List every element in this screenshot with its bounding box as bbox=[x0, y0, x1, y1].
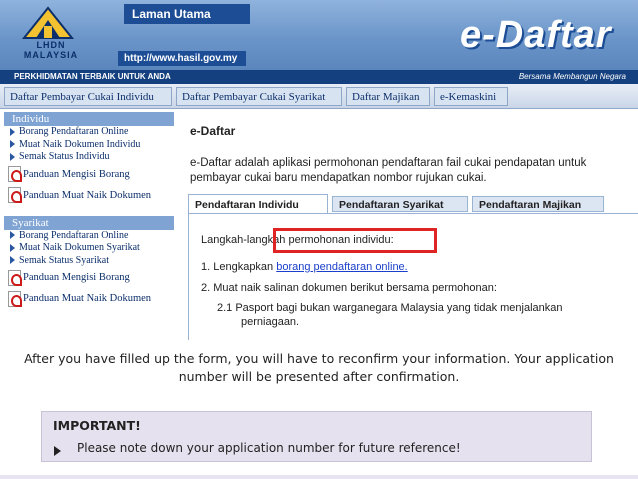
note-text: Please note down your application number… bbox=[77, 441, 461, 455]
page-title: e-Daftar bbox=[190, 124, 236, 138]
step-2-1: 2.1 Pasport bagi bukan warganegara Malay… bbox=[217, 302, 563, 314]
sidebar-item-label: Borang Pendaftaran Online bbox=[19, 229, 129, 241]
site-banner: LHDN MALAYSIA Laman Utama http://www.has… bbox=[0, 0, 638, 70]
important-note: IMPORTANT! Please note down your applica… bbox=[41, 411, 592, 462]
tab-panel: Langkah-langkah permohonan individu: 1. … bbox=[188, 213, 638, 340]
tagline-left: PERKHIDMATAN TERBAIK UNTUK ANDA bbox=[14, 72, 171, 81]
tab-pendaftaran-majikan[interactable]: Pendaftaran Majikan bbox=[472, 196, 604, 212]
step-2: 2. Muat naik salinan dokumen berikut ber… bbox=[201, 282, 497, 294]
sidebar-guide-muat-naik-individu[interactable]: Panduan Muat Naik Dokumen bbox=[4, 185, 174, 206]
arrow-right-icon bbox=[10, 243, 15, 252]
note-title: IMPORTANT! bbox=[53, 418, 141, 433]
menu-item-kemaskini[interactable]: e-Kemaskini bbox=[434, 87, 508, 106]
pdf-icon bbox=[8, 269, 22, 286]
sidebar-item-label: Semak Status Syarikat bbox=[19, 254, 109, 266]
tagline-bar: PERKHIDMATAN TERBAIK UNTUK ANDA Bersama … bbox=[0, 70, 638, 84]
sidebar-heading-individu: Individu bbox=[4, 112, 174, 126]
tab-pendaftaran-syarikat[interactable]: Pendaftaran Syarikat bbox=[332, 196, 468, 212]
registration-tabs: Pendaftaran Individu Pendaftaran Syarika… bbox=[188, 192, 638, 214]
menu-item-majikan[interactable]: Daftar Majikan bbox=[346, 87, 430, 106]
pdf-icon bbox=[8, 187, 22, 204]
borang-pendaftaran-link[interactable]: borang pendaftaran online. bbox=[276, 261, 408, 273]
sidebar-item-label: Muat Naik Dokumen Syarikat bbox=[19, 242, 140, 253]
highlight-box bbox=[273, 228, 437, 253]
pdf-icon bbox=[8, 166, 22, 183]
sidebar-item-borang-syarikat[interactable]: Borang Pendaftaran Online bbox=[4, 230, 174, 243]
sidebar: Individu Borang Pendaftaran Online Muat … bbox=[4, 112, 174, 340]
pdf-icon bbox=[8, 290, 22, 307]
sidebar-item-label: Panduan Muat Naik Dokumen bbox=[23, 293, 152, 304]
sidebar-item-borang-individu[interactable]: Borang Pendaftaran Online bbox=[4, 126, 174, 139]
bottom-divider bbox=[0, 475, 638, 479]
tab-pendaftaran-individu[interactable]: Pendaftaran Individu bbox=[188, 194, 328, 214]
bullet-arrow-icon bbox=[54, 446, 61, 456]
arrow-right-icon bbox=[10, 127, 15, 136]
sidebar-item-label: Borang Pendaftaran Online bbox=[19, 126, 129, 137]
brand-title: e-Daftar bbox=[460, 14, 612, 56]
sidebar-item-label: Panduan Muat Naik Dokumen bbox=[23, 189, 152, 201]
sidebar-item-label: Panduan Mengisi Borang bbox=[23, 272, 130, 283]
logo-text: LHDN MALAYSIA bbox=[23, 40, 79, 60]
menu-item-individu[interactable]: Daftar Pembayar Cukai Individu bbox=[4, 87, 172, 106]
sidebar-item-label: Semak Status Individu bbox=[19, 151, 110, 162]
top-menu: Daftar Pembayar Cukai Individu Daftar Pe… bbox=[0, 84, 638, 109]
step-1-prefix: 1. Lengkapkan bbox=[201, 261, 274, 273]
arrow-right-icon bbox=[10, 231, 15, 240]
sidebar-guide-muat-naik-syarikat[interactable]: Panduan Muat Naik Dokumen bbox=[4, 288, 174, 309]
sidebar-heading-syarikat: Syarikat bbox=[4, 215, 174, 230]
home-link[interactable]: Laman Utama bbox=[124, 4, 250, 24]
intro-text: e-Daftar adalah aplikasi permohonan pend… bbox=[190, 157, 587, 184]
site-url[interactable]: http://www.hasil.gov.my bbox=[118, 51, 246, 66]
menu-item-syarikat[interactable]: Daftar Pembayar Cukai Syarikat bbox=[176, 87, 342, 106]
arrow-right-icon bbox=[10, 140, 15, 149]
sidebar-item-label: Panduan Mengisi Borang bbox=[23, 168, 130, 180]
arrow-right-icon bbox=[10, 152, 15, 161]
slide-caption: After you have filled up the form, you w… bbox=[24, 351, 614, 384]
sidebar-item-semak-individu[interactable]: Semak Status Individu bbox=[4, 151, 174, 164]
website-screenshot: LHDN MALAYSIA Laman Utama http://www.has… bbox=[0, 0, 638, 340]
step-1: 1. Lengkapkan borang pendaftaran online. bbox=[201, 261, 408, 273]
arrow-right-icon bbox=[10, 256, 15, 265]
sidebar-item-semak-syarikat[interactable]: Semak Status Syarikat bbox=[4, 255, 174, 268]
sidebar-guide-mengisi-syarikat[interactable]: Panduan Mengisi Borang bbox=[4, 267, 174, 288]
lhdn-emblem-icon bbox=[21, 6, 75, 39]
step-2-1-cont: perniagaan. bbox=[241, 316, 300, 328]
main-content: e-Daftar e-Daftar adalah aplikasi permoh… bbox=[182, 112, 638, 340]
sidebar-item-muat-naik-syarikat[interactable]: Muat Naik Dokumen Syarikat bbox=[4, 242, 174, 255]
sidebar-item-muat-naik-individu[interactable]: Muat Naik Dokumen Individu bbox=[4, 139, 174, 152]
sidebar-item-label: Muat Naik Dokumen Individu bbox=[19, 138, 141, 150]
sidebar-guide-mengisi-individu[interactable]: Panduan Mengisi Borang bbox=[4, 164, 174, 185]
tagline-right: Bersama Membangun Negara bbox=[518, 72, 626, 81]
